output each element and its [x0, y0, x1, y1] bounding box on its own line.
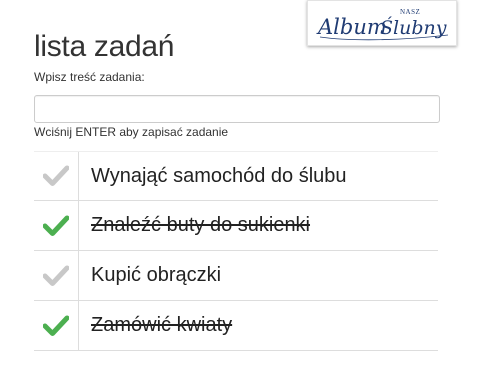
svg-text:NASZ: NASZ [400, 8, 420, 16]
task-input-label: Wpisz treść zadania: [34, 70, 145, 84]
task-item: Znaleźć buty do sukienki [34, 201, 438, 251]
album-slubny-logo[interactable]: NASZ Album Ślubny [307, 0, 457, 46]
task-item: Kupić obrączki [34, 251, 438, 301]
checkmark-icon [43, 315, 69, 336]
task-text[interactable]: Kupić obrączki [91, 251, 221, 300]
task-toggle-button[interactable] [34, 251, 79, 300]
task-list: Wynająć samochód do ślubu Znaleźć buty do… [34, 151, 438, 351]
page: NASZ Album Ślubny lista zadań Wpisz treś… [0, 0, 480, 383]
task-item: Wynająć samochód do ślubu [34, 151, 438, 201]
svg-text:Album: Album [316, 15, 387, 39]
logo-graphic: NASZ Album Ślubny [316, 8, 449, 41]
svg-text:Ślubny: Ślubny [380, 16, 447, 39]
task-text[interactable]: Wynająć samochód do ślubu [91, 152, 347, 200]
task-toggle-button[interactable] [34, 152, 79, 200]
task-text[interactable]: Zamówić kwiaty [91, 301, 232, 350]
checkmark-icon [43, 265, 69, 286]
task-item: Zamówić kwiaty [34, 301, 438, 351]
checkmark-icon [43, 165, 69, 186]
task-text[interactable]: Znaleźć buty do sukienki [91, 201, 310, 250]
task-input[interactable] [34, 95, 440, 123]
page-title: lista zadań [34, 30, 175, 63]
task-toggle-button[interactable] [34, 301, 79, 350]
task-toggle-button[interactable] [34, 201, 79, 250]
checkmark-icon [43, 215, 69, 236]
enter-hint: Wciśnij ENTER aby zapisać zadanie [34, 125, 229, 139]
